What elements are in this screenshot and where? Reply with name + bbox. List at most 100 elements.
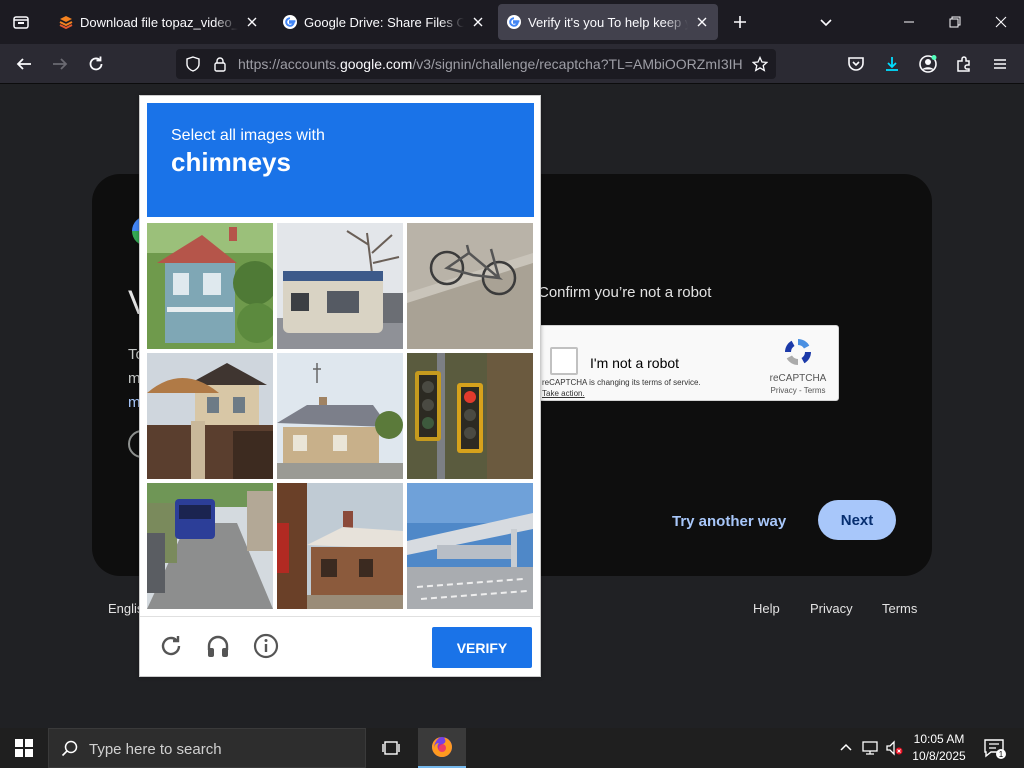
minimize-icon <box>904 21 914 23</box>
recaptcha-logo-icon <box>782 336 814 368</box>
tab-strip: Download file topaz_video_ai_3 Google Dr… <box>0 0 1024 44</box>
search-icon <box>61 740 78 757</box>
shield-icon[interactable] <box>185 56 201 72</box>
tab-title: Download file topaz_video_ai_3 <box>80 14 238 30</box>
recaptcha-brand: reCAPTCHA <box>769 373 827 384</box>
clock-time: 10:05 AM <box>913 732 965 746</box>
back-arrow-icon <box>16 58 31 70</box>
footer-help-link[interactable]: Help <box>753 601 780 616</box>
action-center-button[interactable]: 1 <box>982 736 1006 760</box>
bookmark-star-icon[interactable] <box>752 56 768 72</box>
recaptcha-privacy-terms[interactable]: Privacy - Terms <box>766 386 830 395</box>
firefox-view-button[interactable] <box>0 0 42 44</box>
audio-challenge-button[interactable] <box>203 631 233 661</box>
navigation-toolbar: https://accounts.google.com/v3/signin/ch… <box>0 44 1024 84</box>
google-g-icon <box>506 14 522 30</box>
try-another-way-button[interactable]: Try another way <box>672 513 786 530</box>
headphones-icon <box>207 635 229 657</box>
reload-icon <box>89 56 103 71</box>
firefox-view-icon <box>13 16 29 29</box>
footer-privacy-link[interactable]: Privacy <box>810 601 853 616</box>
challenge-object: chimneys <box>171 147 291 177</box>
stack-logo-icon <box>58 14 74 30</box>
task-view-icon <box>382 741 400 755</box>
close-tab-icon[interactable] <box>470 14 486 30</box>
image-tile-5[interactable] <box>277 353 403 479</box>
challenge-footer: VERIFY <box>140 616 540 676</box>
recaptcha-challenge-dialog: Select all images with chimneys VERIFY <box>139 95 541 677</box>
forward-arrow-icon <box>53 58 68 70</box>
reload-challenge-button[interactable] <box>156 631 186 661</box>
speaker-muted-icon <box>886 740 903 756</box>
image-tile-7[interactable] <box>147 483 273 609</box>
extensions-button[interactable] <box>950 50 978 78</box>
new-tab-button[interactable] <box>728 10 752 34</box>
recaptcha-terms-notice: reCAPTCHA is changing its terms of servi… <box>542 378 701 398</box>
lock-icon[interactable] <box>212 56 228 72</box>
taskbar-clock[interactable]: 10:05 AM 10/8/2025 <box>904 731 974 765</box>
account-button[interactable] <box>914 50 942 78</box>
downloads-button[interactable] <box>878 50 906 78</box>
list-all-tabs-button[interactable] <box>814 10 838 34</box>
windows-logo-icon <box>15 739 33 757</box>
volume-tray-button[interactable] <box>884 738 904 758</box>
google-g-icon <box>282 14 298 30</box>
account-icon <box>919 55 937 73</box>
verify-button[interactable]: VERIFY <box>432 627 532 668</box>
recaptcha-checkbox-widget: I'm not a robot reCAPTCHA is changing it… <box>537 325 839 401</box>
image-tile-3[interactable] <box>407 223 533 349</box>
tab-title: Google Drive: Share Files Online <box>304 14 464 30</box>
close-window-button[interactable] <box>978 0 1024 44</box>
windows-taskbar: Type here to search 10:05 AM 10/8/2025 1 <box>0 728 1024 768</box>
network-tray-button[interactable] <box>860 738 880 758</box>
image-tile-2[interactable] <box>277 223 403 349</box>
chevron-up-icon <box>840 743 852 751</box>
restore-icon <box>949 16 961 28</box>
taskbar-firefox[interactable] <box>418 728 466 768</box>
pocket-button[interactable] <box>842 50 870 78</box>
not-a-robot-checkbox[interactable] <box>550 347 578 375</box>
close-tab-icon[interactable] <box>694 14 710 30</box>
close-tab-icon[interactable] <box>244 14 260 30</box>
address-bar[interactable]: https://accounts.google.com/v3/signin/ch… <box>176 49 776 79</box>
help-button[interactable] <box>251 631 281 661</box>
start-button[interactable] <box>0 728 48 768</box>
forward-button[interactable] <box>46 50 74 78</box>
next-button[interactable]: Next <box>818 500 896 540</box>
minimize-button[interactable] <box>886 0 932 44</box>
confirm-not-robot-text: Confirm you’re not a robot <box>538 284 712 301</box>
not-a-robot-label: I'm not a robot <box>590 355 680 371</box>
url-text[interactable]: https://accounts.google.com/v3/signin/ch… <box>238 56 742 72</box>
firefox-icon <box>432 737 452 757</box>
plus-icon <box>734 16 746 28</box>
image-tile-1[interactable] <box>147 223 273 349</box>
taskbar-search-box[interactable]: Type here to search <box>48 728 366 768</box>
pocket-icon <box>848 57 864 71</box>
close-icon <box>995 16 1007 28</box>
image-tile-8[interactable] <box>277 483 403 609</box>
puzzle-icon <box>957 56 970 72</box>
tab-google-drive[interactable]: Google Drive: Share Files Online <box>274 4 494 40</box>
app-menu-button[interactable] <box>986 50 1014 78</box>
refresh-icon <box>161 636 181 656</box>
show-hidden-icons-button[interactable] <box>836 738 856 758</box>
info-icon <box>253 633 279 659</box>
notification-icon: 1 <box>984 739 1006 759</box>
reload-button[interactable] <box>82 50 110 78</box>
image-tile-9[interactable] <box>407 483 533 609</box>
restore-button[interactable] <box>932 0 978 44</box>
back-button[interactable] <box>10 50 38 78</box>
hamburger-menu-icon <box>994 59 1006 69</box>
take-action-link[interactable]: Take action. <box>542 389 585 398</box>
network-icon <box>862 741 878 755</box>
tab-title: Verify it's you To help keep your <box>528 14 688 30</box>
tab-download-file[interactable]: Download file topaz_video_ai_3 <box>50 4 268 40</box>
task-view-button[interactable] <box>368 728 416 768</box>
challenge-instruction: Select all images with <box>171 127 325 144</box>
image-tile-6[interactable] <box>407 353 533 479</box>
tab-verify-its-you[interactable]: Verify it's you To help keep your <box>498 4 718 40</box>
download-icon <box>886 57 898 71</box>
search-placeholder: Type here to search <box>89 741 222 758</box>
image-tile-4[interactable] <box>147 353 273 479</box>
footer-terms-link[interactable]: Terms <box>882 601 917 616</box>
